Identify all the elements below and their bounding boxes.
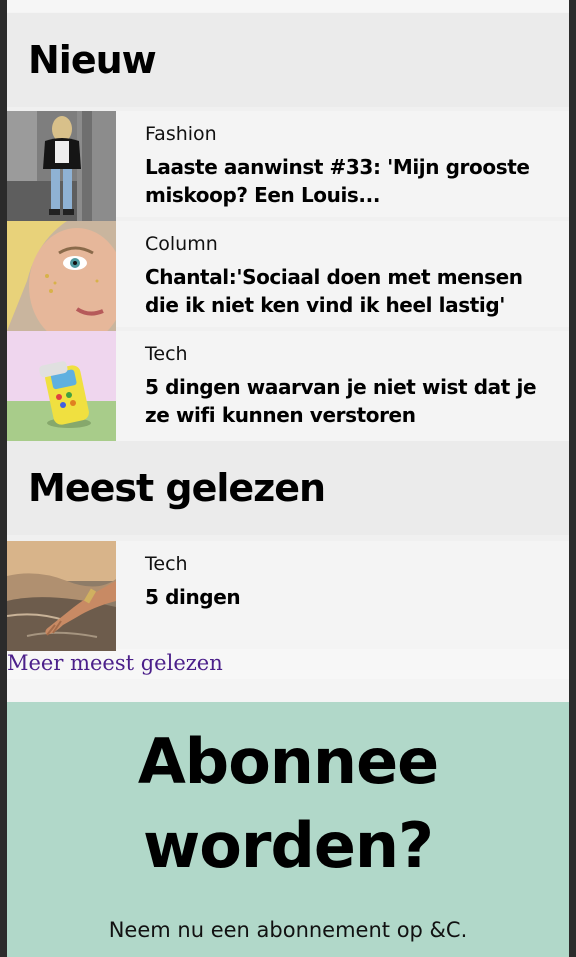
article-thumbnail[interactable]: [7, 331, 116, 441]
section-title-most-read: Meest gelezen: [28, 466, 326, 510]
article-thumbnail[interactable]: [7, 221, 116, 331]
article-category: Tech: [145, 343, 188, 365]
article-text: Column Chantal:'Sociaal doen met mensen …: [116, 221, 569, 327]
page: Nieuw Fashion Laaste aanwinst #33: 'Mijn…: [7, 0, 569, 957]
article-text: Tech 5 dingen waarvan je niet wist dat j…: [116, 331, 569, 437]
subscribe-text: Neem nu een abonnement op &C.: [108, 918, 468, 942]
subscribe-banner: Abonnee worden? Neem nu een abonnement o…: [7, 702, 569, 957]
article-category: Tech: [145, 553, 188, 575]
article-category: Column: [145, 233, 218, 255]
article-title[interactable]: 5 dingen: [145, 583, 241, 611]
article-item[interactable]: Tech 5 dingen: [7, 535, 569, 651]
article-title[interactable]: Laaste aanwinst #33: 'Mijn grooste misko…: [145, 153, 557, 209]
photo-woman-face-glitter-icon: [7, 221, 116, 331]
article-text: Tech 5 dingen: [116, 541, 252, 645]
article-thumbnail[interactable]: [7, 541, 116, 651]
photo-woman-black-jacket-icon: [7, 111, 116, 221]
section-heading-most-read: Meest gelezen: [7, 441, 569, 535]
photo-hand-in-water-icon: [7, 541, 116, 651]
subscribe-title: Abonnee worden?: [137, 725, 439, 882]
article-category: Fashion: [145, 123, 217, 145]
section-title-new: Nieuw: [28, 38, 157, 82]
article-item[interactable]: Column Chantal:'Sociaal doen met mensen …: [7, 217, 569, 331]
article-title[interactable]: Chantal:'Sociaal doen met mensen die ik …: [145, 263, 557, 319]
top-strip: [7, 0, 569, 12]
more-most-read-link[interactable]: Meer meest gelezen: [7, 649, 569, 679]
section-heading-new: Nieuw: [7, 13, 569, 107]
photo-toy-phone-icon: [7, 331, 116, 441]
article-title[interactable]: 5 dingen waarvan je niet wist dat je ze …: [145, 373, 557, 429]
article-text: Fashion Laaste aanwinst #33: 'Mijn groos…: [116, 111, 569, 217]
article-thumbnail[interactable]: [7, 111, 116, 221]
article-item[interactable]: Tech 5 dingen waarvan je niet wist dat j…: [7, 327, 569, 441]
article-item[interactable]: Fashion Laaste aanwinst #33: 'Mijn groos…: [7, 107, 569, 221]
